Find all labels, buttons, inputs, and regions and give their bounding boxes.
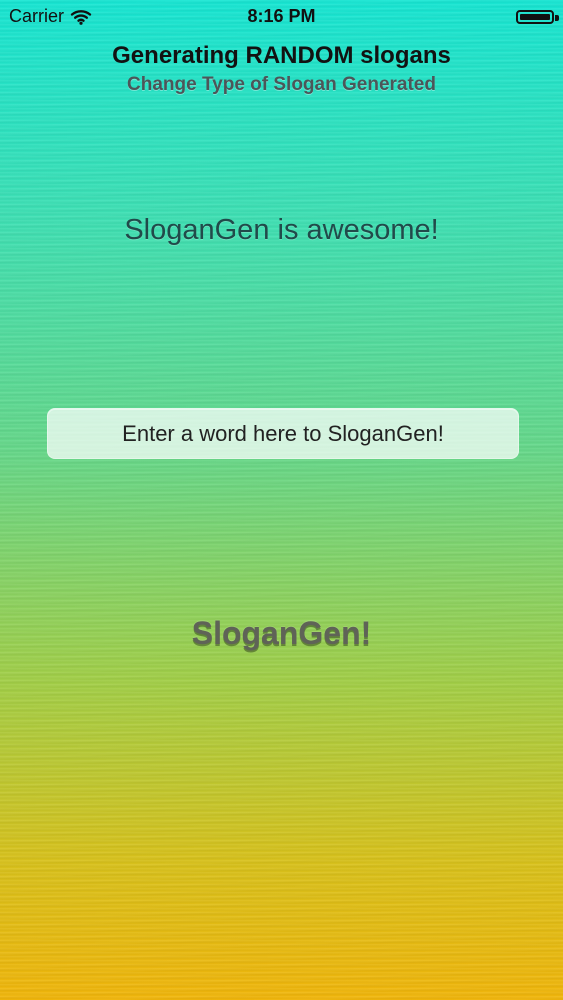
word-input[interactable] (47, 408, 519, 459)
battery-cap-icon (555, 15, 559, 21)
generated-slogan: SloganGen is awesome! (124, 214, 439, 246)
battery-icon (516, 10, 554, 24)
status-time: 8:16 PM (247, 6, 316, 26)
app-screen: Carrier 8:16 PM Generating RANDOM slogan… (0, 0, 563, 1000)
background-texture (0, 0, 563, 1000)
page-title: Generating RANDOM slogans (112, 42, 451, 69)
slogangen-button[interactable]: SloganGen! (0, 607, 563, 659)
battery-level-fill (520, 14, 550, 20)
status-bar: Carrier 8:16 PM (0, 0, 563, 34)
change-slogan-type-button[interactable]: Change Type of Slogan Generated (0, 74, 563, 96)
